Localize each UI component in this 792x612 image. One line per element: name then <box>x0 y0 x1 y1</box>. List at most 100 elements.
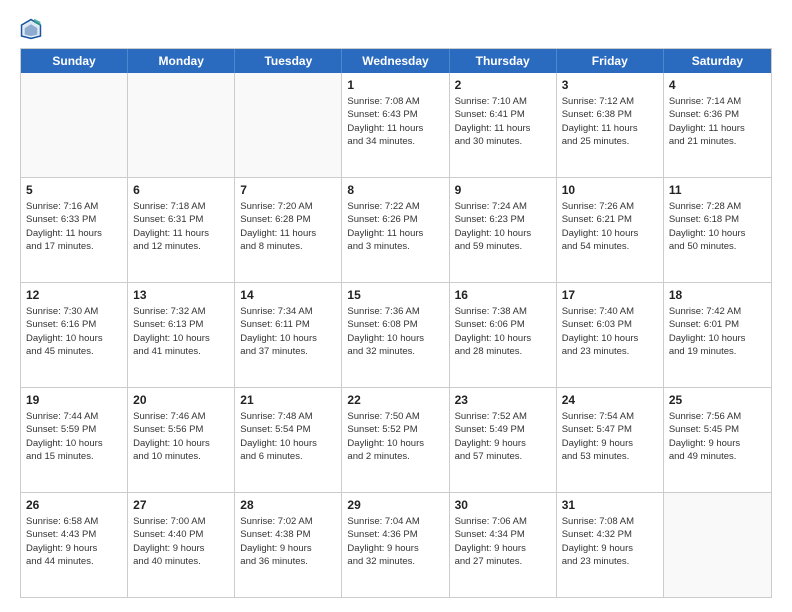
day-number: 31 <box>562 497 658 513</box>
day-number: 5 <box>26 182 122 198</box>
day-number: 17 <box>562 287 658 303</box>
day-info: Sunrise: 7:24 AM Sunset: 6:23 PM Dayligh… <box>455 200 551 253</box>
header-day-monday: Monday <box>128 49 235 73</box>
header-day-sunday: Sunday <box>21 49 128 73</box>
day-info: Sunrise: 7:54 AM Sunset: 5:47 PM Dayligh… <box>562 410 658 463</box>
day-info: Sunrise: 7:52 AM Sunset: 5:49 PM Dayligh… <box>455 410 551 463</box>
day-number: 26 <box>26 497 122 513</box>
day-cell-7: 7Sunrise: 7:20 AM Sunset: 6:28 PM Daylig… <box>235 178 342 282</box>
day-info: Sunrise: 7:14 AM Sunset: 6:36 PM Dayligh… <box>669 95 766 148</box>
day-cell-31: 31 Sunrise: 7:08 AM Sunset: 4:32 PM Dayli… <box>557 493 664 597</box>
header <box>20 18 772 40</box>
day-cell-23: 23 Sunrise: 7:52 AM Sunset: 5:49 PM Dayli… <box>450 388 557 492</box>
day-info: Sunrise: 7:30 AM Sunset: 6:16 PM Dayligh… <box>26 305 122 358</box>
day-cell-18: 18Sunrise: 7:42 AM Sunset: 6:01 PM Dayli… <box>664 283 771 387</box>
day-number: 28 <box>240 497 336 513</box>
calendar-row-1: 1Sunrise: 7:08 AM Sunset: 6:43 PM Daylig… <box>21 73 771 177</box>
calendar-row-5: 26 Sunrise: 6:58 AM Sunset: 4:43 PM Dayli… <box>21 492 771 597</box>
calendar-row-2: 5 Sunrise: 7:16 AM Sunset: 6:33 PM Daylig… <box>21 177 771 282</box>
day-cell-empty <box>21 73 128 177</box>
day-number: 13 <box>133 287 229 303</box>
day-info: Sunrise: 7:18 AM Sunset: 6:31 PM Dayligh… <box>133 200 229 253</box>
day-number: 27 <box>133 497 229 513</box>
day-cell-14: 14 Sunrise: 7:34 AM Sunset: 6:11 PM Dayli… <box>235 283 342 387</box>
day-info: Sunrise: 7:10 AM Sunset: 6:41 PM Dayligh… <box>455 95 551 148</box>
day-cell-15: 15 Sunrise: 7:36 AM Sunset: 6:08 PM Dayli… <box>342 283 449 387</box>
day-cell-9: 9 Sunrise: 7:24 AM Sunset: 6:23 PM Daylig… <box>450 178 557 282</box>
calendar: SundayMondayTuesdayWednesdayThursdayFrid… <box>20 48 772 598</box>
day-number: 11 <box>669 182 766 198</box>
day-info: Sunrise: 7:44 AM Sunset: 5:59 PM Dayligh… <box>26 410 122 463</box>
day-cell-4: 4Sunrise: 7:14 AM Sunset: 6:36 PM Daylig… <box>664 73 771 177</box>
day-cell-6: 6 Sunrise: 7:18 AM Sunset: 6:31 PM Daylig… <box>128 178 235 282</box>
day-cell-26: 26 Sunrise: 6:58 AM Sunset: 4:43 PM Dayli… <box>21 493 128 597</box>
day-cell-22: 22 Sunrise: 7:50 AM Sunset: 5:52 PM Dayli… <box>342 388 449 492</box>
day-number: 30 <box>455 497 551 513</box>
day-info: Sunrise: 7:02 AM Sunset: 4:38 PM Dayligh… <box>240 515 336 568</box>
day-cell-25: 25Sunrise: 7:56 AM Sunset: 5:45 PM Dayli… <box>664 388 771 492</box>
day-cell-29: 29 Sunrise: 7:04 AM Sunset: 4:36 PM Dayli… <box>342 493 449 597</box>
day-number: 25 <box>669 392 766 408</box>
header-day-wednesday: Wednesday <box>342 49 449 73</box>
day-cell-17: 17 Sunrise: 7:40 AM Sunset: 6:03 PM Dayli… <box>557 283 664 387</box>
day-number: 10 <box>562 182 658 198</box>
day-info: Sunrise: 7:06 AM Sunset: 4:34 PM Dayligh… <box>455 515 551 568</box>
day-info: Sunrise: 7:42 AM Sunset: 6:01 PM Dayligh… <box>669 305 766 358</box>
day-cell-27: 27 Sunrise: 7:00 AM Sunset: 4:40 PM Dayli… <box>128 493 235 597</box>
day-cell-5: 5 Sunrise: 7:16 AM Sunset: 6:33 PM Daylig… <box>21 178 128 282</box>
header-day-thursday: Thursday <box>450 49 557 73</box>
header-day-friday: Friday <box>557 49 664 73</box>
day-cell-16: 16 Sunrise: 7:38 AM Sunset: 6:06 PM Dayli… <box>450 283 557 387</box>
day-info: Sunrise: 7:50 AM Sunset: 5:52 PM Dayligh… <box>347 410 443 463</box>
day-info: Sunrise: 7:28 AM Sunset: 6:18 PM Dayligh… <box>669 200 766 253</box>
day-info: Sunrise: 7:12 AM Sunset: 6:38 PM Dayligh… <box>562 95 658 148</box>
day-number: 15 <box>347 287 443 303</box>
day-info: Sunrise: 7:08 AM Sunset: 4:32 PM Dayligh… <box>562 515 658 568</box>
day-number: 3 <box>562 77 658 93</box>
day-number: 19 <box>26 392 122 408</box>
day-cell-13: 13 Sunrise: 7:32 AM Sunset: 6:13 PM Dayli… <box>128 283 235 387</box>
day-number: 29 <box>347 497 443 513</box>
day-info: Sunrise: 7:22 AM Sunset: 6:26 PM Dayligh… <box>347 200 443 253</box>
day-info: Sunrise: 7:04 AM Sunset: 4:36 PM Dayligh… <box>347 515 443 568</box>
day-info: Sunrise: 7:16 AM Sunset: 6:33 PM Dayligh… <box>26 200 122 253</box>
day-cell-21: 21Sunrise: 7:48 AM Sunset: 5:54 PM Dayli… <box>235 388 342 492</box>
day-info: Sunrise: 7:38 AM Sunset: 6:06 PM Dayligh… <box>455 305 551 358</box>
day-number: 24 <box>562 392 658 408</box>
day-number: 6 <box>133 182 229 198</box>
day-info: Sunrise: 6:58 AM Sunset: 4:43 PM Dayligh… <box>26 515 122 568</box>
logo-icon <box>20 18 42 40</box>
day-number: 7 <box>240 182 336 198</box>
calendar-body: 1Sunrise: 7:08 AM Sunset: 6:43 PM Daylig… <box>21 73 771 597</box>
header-day-saturday: Saturday <box>664 49 771 73</box>
day-number: 12 <box>26 287 122 303</box>
day-cell-1: 1Sunrise: 7:08 AM Sunset: 6:43 PM Daylig… <box>342 73 449 177</box>
day-info: Sunrise: 7:08 AM Sunset: 6:43 PM Dayligh… <box>347 95 443 148</box>
day-number: 21 <box>240 392 336 408</box>
day-cell-10: 10 Sunrise: 7:26 AM Sunset: 6:21 PM Dayli… <box>557 178 664 282</box>
day-number: 22 <box>347 392 443 408</box>
day-info: Sunrise: 7:32 AM Sunset: 6:13 PM Dayligh… <box>133 305 229 358</box>
day-cell-20: 20 Sunrise: 7:46 AM Sunset: 5:56 PM Dayli… <box>128 388 235 492</box>
day-cell-24: 24 Sunrise: 7:54 AM Sunset: 5:47 PM Dayli… <box>557 388 664 492</box>
day-info: Sunrise: 7:40 AM Sunset: 6:03 PM Dayligh… <box>562 305 658 358</box>
day-cell-empty <box>235 73 342 177</box>
day-number: 20 <box>133 392 229 408</box>
page: SundayMondayTuesdayWednesdayThursdayFrid… <box>0 0 792 612</box>
day-cell-12: 12 Sunrise: 7:30 AM Sunset: 6:16 PM Dayli… <box>21 283 128 387</box>
day-info: Sunrise: 7:34 AM Sunset: 6:11 PM Dayligh… <box>240 305 336 358</box>
day-number: 16 <box>455 287 551 303</box>
day-info: Sunrise: 7:00 AM Sunset: 4:40 PM Dayligh… <box>133 515 229 568</box>
day-info: Sunrise: 7:46 AM Sunset: 5:56 PM Dayligh… <box>133 410 229 463</box>
calendar-row-4: 19 Sunrise: 7:44 AM Sunset: 5:59 PM Dayli… <box>21 387 771 492</box>
day-cell-3: 3 Sunrise: 7:12 AM Sunset: 6:38 PM Daylig… <box>557 73 664 177</box>
day-number: 9 <box>455 182 551 198</box>
day-info: Sunrise: 7:36 AM Sunset: 6:08 PM Dayligh… <box>347 305 443 358</box>
day-number: 23 <box>455 392 551 408</box>
day-number: 14 <box>240 287 336 303</box>
day-cell-11: 11 Sunrise: 7:28 AM Sunset: 6:18 PM Dayli… <box>664 178 771 282</box>
calendar-header: SundayMondayTuesdayWednesdayThursdayFrid… <box>21 49 771 73</box>
header-day-tuesday: Tuesday <box>235 49 342 73</box>
day-cell-2: 2Sunrise: 7:10 AM Sunset: 6:41 PM Daylig… <box>450 73 557 177</box>
day-info: Sunrise: 7:26 AM Sunset: 6:21 PM Dayligh… <box>562 200 658 253</box>
